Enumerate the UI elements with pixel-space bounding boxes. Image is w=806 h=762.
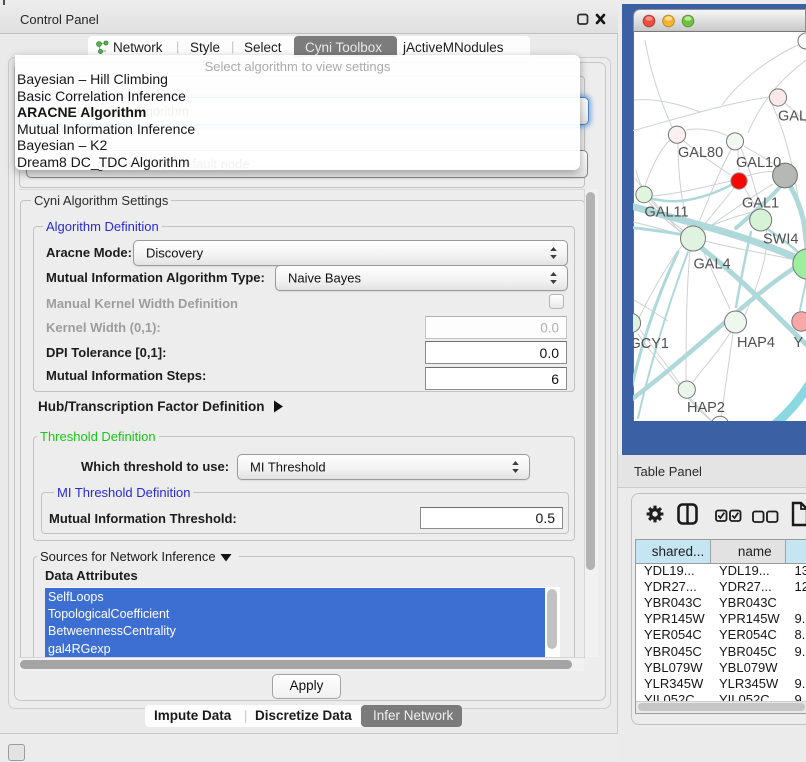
svg-text:GAL10: GAL10 <box>736 155 781 171</box>
svg-text:GCY1: GCY1 <box>633 336 669 352</box>
svg-text:GAL4: GAL4 <box>694 257 731 273</box>
svg-text:GAL8: GAL8 <box>778 109 806 125</box>
svg-text:SWI4: SWI4 <box>763 232 798 248</box>
svg-text:GAL1: GAL1 <box>742 196 779 212</box>
svg-text:Y: Y <box>794 335 804 351</box>
svg-text:HAP4: HAP4 <box>737 335 775 351</box>
svg-text:HAP2: HAP2 <box>687 400 725 416</box>
svg-text:GAL11: GAL11 <box>645 205 689 221</box>
svg-text:GAL80: GAL80 <box>678 145 723 161</box>
